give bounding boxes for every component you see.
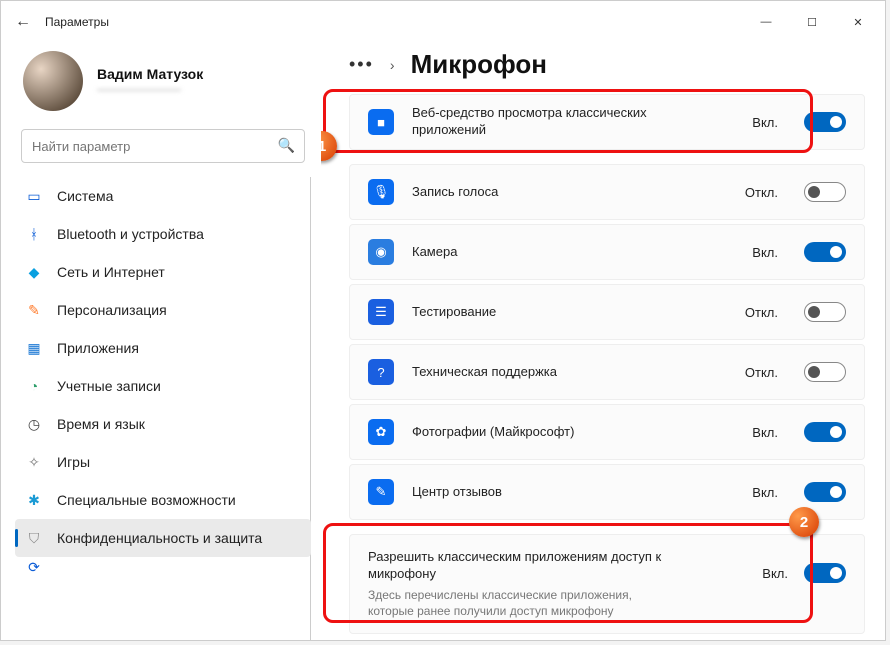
sidebar-item-gaming[interactable]: ✧ Игры [15,443,311,481]
windows-update-icon: ⟳ [25,558,43,576]
time-icon: ◷ [25,415,43,433]
sidebar: Вадим Матузок ——————— 🔍 ▭ Система ᚼ Bluetoo… [1,43,321,640]
app-row-voicerec: 🎙 Запись голоса Откл. [349,164,865,220]
sidebar-item-time[interactable]: ◷ Время и язык [15,405,311,443]
toggle-switch[interactable] [804,422,846,442]
app-label: Центр отзывов [412,484,722,501]
sidebar-item-accounts[interactable]: ◔ Учетные записи [15,367,311,405]
toggle-switch[interactable] [804,112,846,132]
system-icon: ▭ [25,187,43,205]
avatar [23,51,83,111]
page-title: Микрофон [411,49,547,80]
close-button[interactable]: ✕ [835,6,881,38]
app-row-photos: ✿ Фотографии (Майкрософт) Вкл. [349,404,865,460]
app-row-webviewer: ■ Веб-средство просмотра классических пр… [349,94,865,150]
toggle-state-label: Вкл. [740,485,778,500]
voicerec-icon: 🎙 [368,179,394,205]
toggle-switch[interactable] [804,563,846,583]
sidebar-item-label: Специальные возможности [57,492,236,508]
app-label: Тестирование [412,304,722,321]
toggle-state-label: Вкл. [740,245,778,260]
sidebar-item-bluetooth[interactable]: ᚼ Bluetooth и устройства [15,215,311,253]
app-label: Камера [412,244,722,261]
sidebar-item-personalization[interactable]: ✎ Персонализация [15,291,311,329]
sidebar-item-label: Система [57,188,113,204]
sidebar-item-label: Учетные записи [57,378,161,394]
profile-name: Вадим Матузок [97,66,203,82]
app-row-support: ? Техническая поддержка Откл. [349,344,865,400]
webviewer-icon: ■ [368,109,394,135]
chevron-right-icon: › [390,57,395,73]
sidebar-item-label: Bluetooth и устройства [57,226,204,242]
annotation-marker-1: 1 [321,131,337,161]
feedback-icon: ✎ [368,479,394,505]
maximize-button[interactable]: ☐ [789,6,835,38]
sidebar-item-label: Сеть и Интернет [57,264,165,280]
app-list: ■ Веб-средство просмотра классических пр… [349,94,865,634]
sidebar-item-label: Персонализация [57,302,167,318]
sidebar-item-label: Конфиденциальность и защита [57,530,262,546]
accessibility-icon: ✱ [25,491,43,509]
breadcrumb: ••• › Микрофон [349,49,865,80]
toggle-state-label: Вкл. [740,115,778,130]
personalization-icon: ✎ [25,301,43,319]
toggle-switch[interactable] [804,182,846,202]
sidebar-item-label: Приложения [57,340,139,356]
profile-block[interactable]: Вадим Матузок ——————— [15,43,311,129]
desktop-apps-title: Разрешить классическим приложениям досту… [368,549,732,583]
search-input[interactable] [21,129,305,163]
testing-icon: ☰ [368,299,394,325]
accounts-icon: ◔ [25,377,43,395]
content-area: Вадим Матузок ——————— 🔍 ▭ Система ᚼ Bluetoo… [1,43,885,640]
privacy-icon: ⛉ [25,529,43,547]
app-label: Запись голоса [412,184,722,201]
window-controls: ― ☐ ✕ [743,6,881,38]
toggle-switch[interactable] [804,482,846,502]
sidebar-item-network[interactable]: ◆ Сеть и Интернет [15,253,311,291]
sidebar-item-accessibility[interactable]: ✱ Специальные возможности [15,481,311,519]
app-row-camera: ◉ Камера Вкл. [349,224,865,280]
apps-icon: ▦ [25,339,43,357]
profile-email: ——————— [97,82,203,96]
app-label: Веб-средство просмотра классических прил… [412,105,722,139]
sidebar-item-cutoff[interactable]: ⟳ [15,557,311,577]
toggle-state-label: Откл. [740,305,778,320]
sidebar-item-system[interactable]: ▭ Система [15,177,311,215]
toggle-switch[interactable] [804,362,846,382]
gaming-icon: ✧ [25,453,43,471]
app-row-feedback: ✎ Центр отзывов Вкл. [349,464,865,520]
toggle-state-label: Откл. [740,185,778,200]
nav-list: ▭ Система ᚼ Bluetooth и устройства ◆ Сеть и И… [15,177,311,640]
breadcrumb-more-icon[interactable]: ••• [349,54,374,75]
desktop-apps-section: Разрешить классическим приложениям досту… [349,534,865,634]
camera-icon: ◉ [368,239,394,265]
titlebar: ← Параметры ― ☐ ✕ [1,1,885,43]
app-label: Техническая поддержка [412,364,722,381]
photos-icon: ✿ [368,419,394,445]
toggle-state-label: Вкл. [740,425,778,440]
sidebar-item-privacy[interactable]: ⛉ Конфиденциальность и защита [15,519,311,557]
sidebar-item-label: Игры [57,454,90,470]
support-icon: ? [368,359,394,385]
window-title: Параметры [45,15,109,29]
main-panel: ••• › Микрофон ■ Веб-средство просмотра … [321,43,885,640]
sidebar-item-label: Время и язык [57,416,145,432]
back-button[interactable]: ← [5,4,41,40]
search-wrap: 🔍 [21,129,305,163]
minimize-button[interactable]: ― [743,6,789,38]
app-row-testing: ☰ Тестирование Откл. [349,284,865,340]
toggle-state-label: Откл. [740,365,778,380]
toggle-switch[interactable] [804,242,846,262]
sidebar-item-apps[interactable]: ▦ Приложения [15,329,311,367]
settings-window: ← Параметры ― ☐ ✕ Вадим Матузок ——————— … [0,0,886,641]
toggle-switch[interactable] [804,302,846,322]
app-label: Фотографии (Майкрософт) [412,424,722,441]
bluetooth-icon: ᚼ [25,225,43,243]
desktop-apps-subtitle: Здесь перечислены классические приложени… [368,587,668,619]
toggle-state-label: Вкл. [750,566,788,581]
network-icon: ◆ [25,263,43,281]
